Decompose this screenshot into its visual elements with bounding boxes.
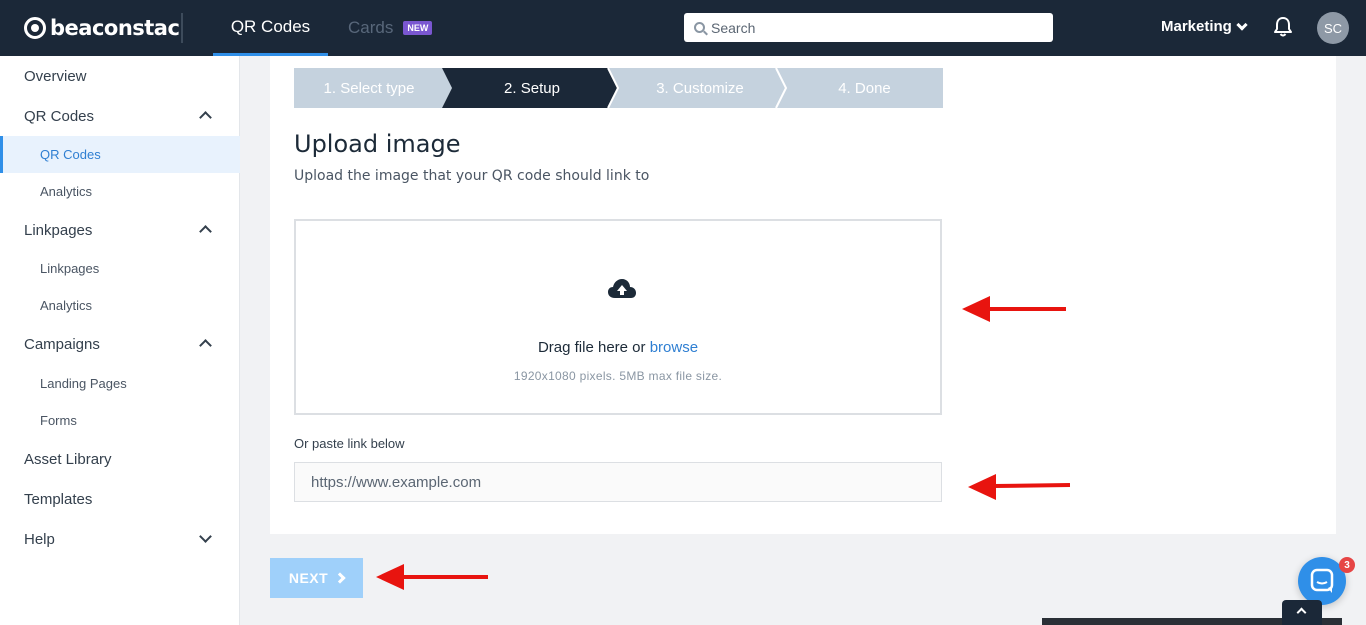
dropzone-text: Drag file here or browse [296, 339, 940, 356]
search-box[interactable]: Search [684, 13, 1053, 42]
tab-cards[interactable]: Cards NEW [348, 0, 433, 56]
brand-name: beaconstac [50, 16, 180, 40]
annotation-arrow-dropzone [962, 296, 1066, 322]
user-avatar[interactable]: SC [1317, 12, 1349, 44]
page-title: Upload image [294, 130, 461, 158]
brand-logo[interactable]: beaconstac [24, 15, 180, 41]
step-setup: 2. Setup [452, 68, 612, 108]
sidebar-item-label: Forms [40, 413, 77, 428]
browse-link[interactable]: browse [650, 339, 698, 356]
sidebar-subitem-linkpages-analytics[interactable]: Analytics [0, 287, 240, 324]
sidebar-item-templates[interactable]: Templates [0, 479, 240, 519]
step-done: 4. Done [786, 68, 943, 108]
org-switcher[interactable]: Marketing [1161, 18, 1248, 35]
bell-icon[interactable] [1273, 16, 1293, 38]
sidebar-item-label: QR Codes [24, 107, 95, 125]
org-label: Marketing [1161, 18, 1232, 35]
sidebar-item-qr-codes[interactable]: QR Codes [0, 96, 240, 136]
chevron-up-icon [199, 339, 212, 352]
top-navbar: beaconstac QR Codes Cards NEW Search Mar… [0, 0, 1366, 56]
sidebar-subitem-forms[interactable]: Forms [0, 402, 240, 439]
paste-link-label: Or paste link below [294, 436, 405, 451]
step-label: 4. Done [838, 79, 891, 97]
step-progress: 1. Select type 2. Setup 3. Customize 4. … [294, 68, 943, 108]
sidebar: Overview QR Codes QR Codes Analytics Lin… [0, 56, 240, 625]
sidebar-item-linkpages[interactable]: Linkpages [0, 210, 240, 250]
sidebar-subitem-linkpages[interactable]: Linkpages [0, 250, 240, 287]
chevron-right-icon [334, 572, 346, 584]
sidebar-item-label: Linkpages [24, 221, 93, 239]
drag-text: Drag file here or [537, 339, 646, 356]
cloud-upload-icon [608, 279, 636, 298]
tab-qr-codes-label: QR Codes [230, 16, 311, 36]
tab-cards-label: Cards [348, 18, 394, 37]
sidebar-item-label: Campaigns [24, 335, 100, 353]
sidebar-item-label: Help [24, 530, 55, 548]
step-label: 2. Setup [504, 79, 560, 97]
scroll-to-top-button[interactable] [1282, 600, 1322, 625]
chevron-up-icon [199, 111, 212, 124]
next-button-label: NEXT [288, 570, 329, 586]
sidebar-subitem-qr-analytics[interactable]: Analytics [0, 173, 240, 210]
next-button[interactable]: NEXT [270, 558, 363, 598]
sidebar-item-label: Linkpages [40, 261, 100, 276]
step-label: 3. Customize [656, 79, 744, 97]
sidebar-item-label: QR Codes [40, 147, 101, 162]
file-dropzone[interactable]: Drag file here or browse 1920x1080 pixel… [294, 219, 942, 415]
sidebar-item-asset-library[interactable]: Asset Library [0, 439, 240, 479]
chevron-down-icon [199, 530, 212, 543]
nav-divider [181, 13, 183, 43]
annotation-arrow-url-input [968, 474, 1071, 500]
annotation-arrow-next [376, 564, 488, 590]
new-badge: NEW [403, 21, 433, 35]
sidebar-item-label: Overview [24, 67, 87, 85]
beaconstac-logo-icon [24, 17, 46, 39]
chevron-down-icon [1236, 18, 1248, 31]
sidebar-item-campaigns[interactable]: Campaigns [0, 324, 240, 364]
sidebar-item-label: Asset Library [24, 450, 112, 468]
step-select-type[interactable]: 1. Select type [294, 68, 444, 108]
sidebar-item-help[interactable]: Help [0, 519, 240, 559]
page-subtitle: Upload the image that your QR code shoul… [294, 168, 650, 184]
chevron-up-icon [1296, 607, 1307, 618]
sidebar-item-label: Analytics [40, 184, 93, 199]
chat-unread-badge: 3 [1339, 557, 1355, 573]
sidebar-item-label: Templates [24, 490, 93, 508]
sidebar-item-label: Landing Pages [40, 376, 127, 391]
sidebar-subitem-landing-pages[interactable]: Landing Pages [0, 365, 240, 402]
chevron-up-icon [199, 225, 212, 238]
sidebar-subitem-qr-codes[interactable]: QR Codes [0, 136, 240, 173]
sidebar-item-overview[interactable]: Overview [0, 56, 240, 96]
step-customize: 3. Customize [618, 68, 782, 108]
search-icon [694, 22, 705, 33]
image-url-input[interactable] [294, 462, 942, 502]
search-placeholder: Search [711, 19, 756, 36]
file-size-hint: 1920x1080 pixels. 5MB max file size. [513, 369, 723, 383]
sidebar-item-label: Analytics [40, 298, 93, 313]
step-label: 1. Select type [323, 79, 415, 97]
tab-qr-codes[interactable]: QR Codes [213, 0, 328, 56]
